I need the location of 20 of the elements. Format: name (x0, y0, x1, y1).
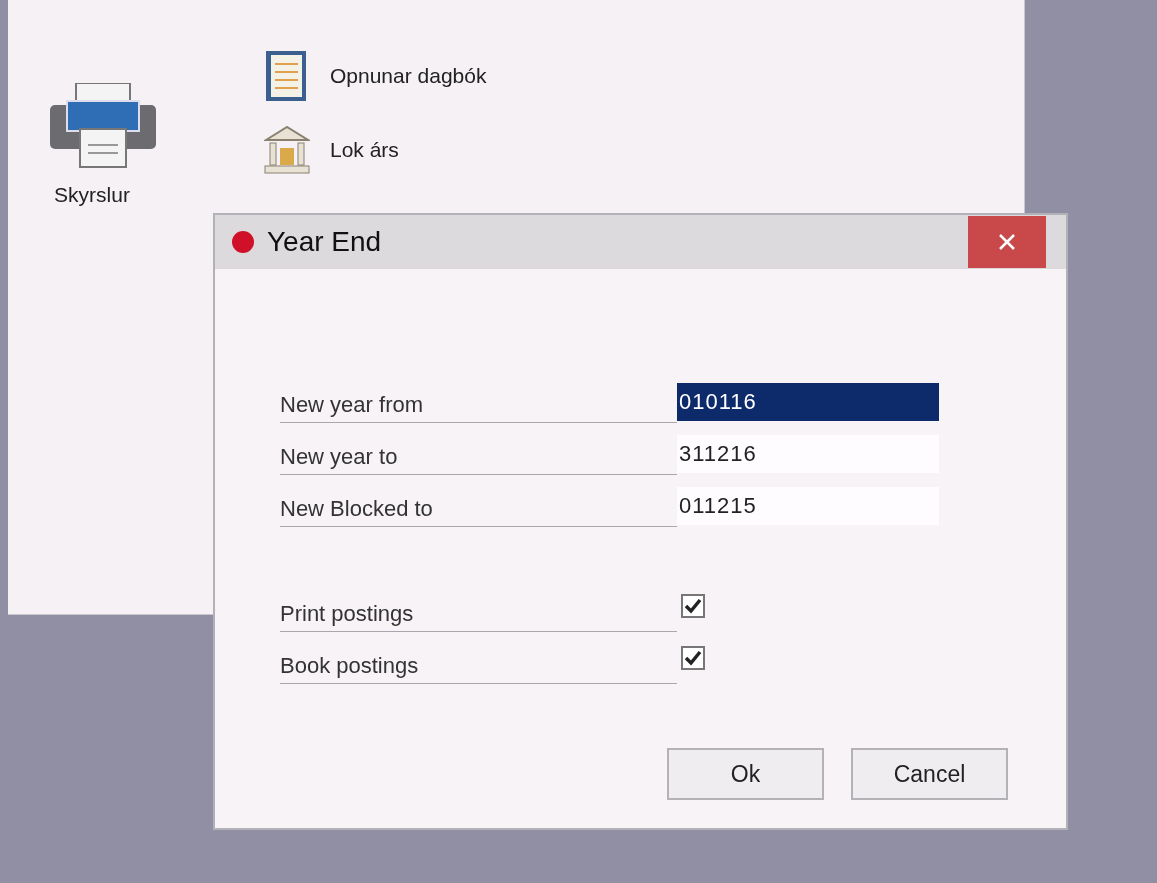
menu-item[interactable]: Opnunar dagbók (330, 64, 487, 88)
shortcut-label[interactable]: Skyrslur (54, 183, 130, 207)
checkbox-label: Print postings (280, 592, 677, 632)
checkbox[interactable] (681, 594, 705, 618)
field-label: New year from (280, 383, 677, 423)
checkbox[interactable] (681, 646, 705, 670)
date-field[interactable]: 011215 (677, 487, 939, 525)
menu-item[interactable]: Lok árs (330, 138, 399, 162)
field-label: New Blocked to (280, 487, 677, 527)
bank-icon[interactable] (264, 126, 310, 174)
dialog-title: Year End (267, 226, 383, 258)
dialog-button[interactable]: Ok (667, 748, 824, 800)
record-dot-icon (231, 230, 255, 254)
checkbox-label: Book postings (280, 644, 677, 684)
dialog-button[interactable]: Cancel (851, 748, 1008, 800)
date-field[interactable]: 311216 (677, 435, 939, 473)
printer-icon[interactable] (50, 83, 156, 169)
date-field[interactable]: 010116 (677, 383, 939, 421)
close-icon[interactable] (997, 232, 1017, 252)
field-label: New year to (280, 435, 677, 475)
